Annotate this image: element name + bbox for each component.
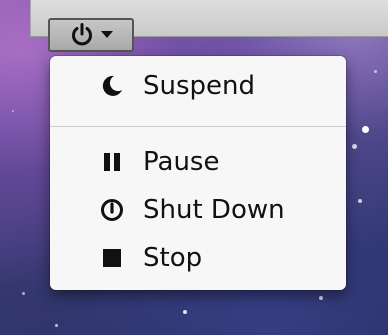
star [352,144,357,149]
menu-item-shut-down[interactable]: Shut Down [50,190,346,230]
star [358,199,362,203]
star [12,110,14,112]
power-menu-button[interactable] [48,18,134,52]
pause-icon [100,150,124,174]
power-dropdown-menu: Suspend Pause Shut Down Stop [50,56,346,290]
menu-item-pause[interactable]: Pause [50,142,346,182]
menu-item-stop[interactable]: Stop [50,238,346,278]
shutdown-icon [100,198,124,222]
menu-item-label: Stop [143,243,203,273]
star [22,292,25,295]
menu-separator [50,126,346,127]
power-icon [69,22,95,48]
chevron-down-icon [101,31,113,39]
moon-icon [100,74,124,98]
menu-item-label: Shut Down [143,195,285,225]
star [374,70,377,73]
menu-item-label: Suspend [143,71,256,101]
star [362,126,369,133]
menu-item-suspend[interactable]: Suspend [50,66,346,106]
menu-item-label: Pause [143,147,220,177]
star [319,296,323,300]
star [183,310,187,314]
stop-icon [100,246,124,270]
star [55,324,58,327]
